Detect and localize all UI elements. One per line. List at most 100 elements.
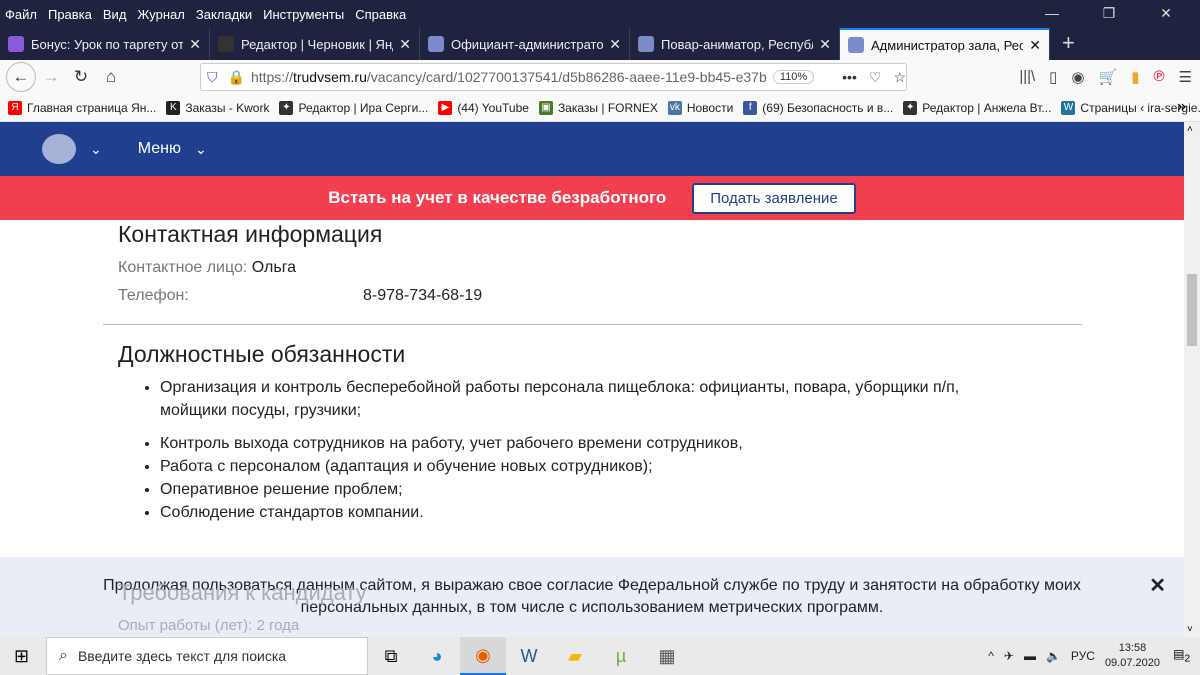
star-icon[interactable]: ☆ (893, 69, 906, 86)
menu-file[interactable]: Файл (5, 7, 37, 22)
bookmark-item[interactable]: Я Главная страница Ян... (8, 100, 157, 115)
close-tab-icon[interactable]: ✕ (189, 36, 201, 53)
menu-bookmarks[interactable]: Закладки (196, 7, 252, 22)
cookie-text-1: Продолжая пользоваться данным сайтом, я … (103, 577, 1081, 594)
task-view-icon[interactable]: ⧉ (368, 646, 414, 667)
firefox-icon[interactable]: ◉ (460, 637, 506, 675)
menu-help[interactable]: Справка (355, 7, 406, 22)
cart-icon[interactable]: 🛒 (1099, 68, 1118, 86)
bookmark-item[interactable]: ✦ Редактор | Ира Серги... (279, 100, 429, 115)
bookmark-item[interactable]: vk Новости (667, 100, 734, 115)
home-button[interactable]: ⌂ (96, 67, 126, 87)
close-tab-icon[interactable]: ✕ (1029, 37, 1041, 54)
tab-label: Официант-администратор, Ре (451, 36, 604, 52)
library-icon[interactable]: |||\ (1019, 68, 1035, 86)
apply-button[interactable]: Подать заявление (692, 182, 856, 214)
emblem-logo[interactable] (42, 134, 76, 164)
windows-start-icon[interactable]: ⊞ (14, 646, 29, 667)
vacancy-content: Контактная информация Контактное лицо: О… (0, 220, 1184, 524)
bookmark-label: Редактор | Ира Серги... (298, 100, 429, 115)
list-item: Организация и контроль бесперебойной раб… (160, 376, 1020, 422)
restore-button[interactable]: ❐ (1086, 0, 1132, 26)
menu-history[interactable]: Журнал (137, 7, 184, 22)
clock[interactable]: 13:58 09.07.2020 (1105, 641, 1160, 671)
bookmark-favicon-icon: vk (667, 100, 682, 115)
close-icon[interactable]: ✕ (1149, 575, 1166, 597)
bookmark-flag-icon[interactable]: ▮ (1131, 68, 1139, 86)
calculator-icon[interactable]: ▦ (644, 646, 690, 667)
shield-icon[interactable]: ⛉ (207, 69, 218, 86)
taskbar-search[interactable]: ⌕ Введите здесь текст для поиска (46, 637, 368, 675)
close-tab-icon[interactable]: ✕ (819, 36, 831, 53)
url-bar[interactable]: ⛉ 🔒 https://trudvsem.ru/vacancy/card/102… (200, 63, 907, 91)
bookmark-item[interactable]: ▣ Заказы | FORNEX (538, 100, 658, 115)
volume-icon[interactable]: 🔈 (1046, 649, 1061, 663)
scrollbar[interactable]: ˄ ˅ (1184, 122, 1200, 637)
more-icon[interactable]: ••• (842, 69, 857, 85)
date: 09.07.2020 (1104, 657, 1160, 669)
lock-icon: 🔒 (227, 68, 245, 85)
bookmark-item[interactable]: f (69) Безопасность и в... (743, 100, 893, 115)
divider (103, 324, 1082, 325)
bookmarks-overflow-icon[interactable]: » (1177, 98, 1186, 116)
chevron-down-icon[interactable]: ⌄ (90, 141, 102, 158)
phone-value: 8-978-734-68-19 (363, 287, 483, 304)
edge-icon[interactable]: ◕ (414, 646, 460, 667)
bookmark-label: Заказы | FORNEX (557, 100, 658, 115)
utorrent-icon[interactable]: µ (598, 646, 644, 667)
back-button[interactable]: ← (6, 62, 36, 92)
language-indicator[interactable]: РУС (1071, 649, 1095, 663)
tab-0[interactable]: Бонус: Урок по таргету от @d ✕ (0, 28, 210, 60)
reload-button[interactable]: ↻ (66, 67, 96, 87)
close-tab-icon[interactable]: ✕ (399, 36, 411, 53)
close-tab-icon[interactable]: ✕ (609, 36, 621, 53)
new-tab-button[interactable]: + (1050, 28, 1087, 60)
site-menu[interactable]: Меню (138, 140, 181, 158)
menu-view[interactable]: Вид (103, 7, 127, 22)
pocket-icon[interactable]: ♡ (869, 69, 882, 86)
hamburger-menu-icon[interactable]: ☰ (1179, 68, 1192, 86)
bookmark-favicon-icon: ✦ (903, 100, 918, 115)
tab-label: Повар-аниматор, Республика (661, 36, 813, 52)
tab-2[interactable]: Официант-администратор, Ре ✕ (420, 28, 630, 60)
bookmark-item[interactable]: ✦ Редактор | Анжела Вт... (903, 100, 1051, 115)
chevron-up-icon[interactable]: ^ (988, 649, 994, 663)
file-explorer-icon[interactable]: ▰ (552, 646, 598, 667)
network-icon[interactable]: ✈ (1004, 649, 1014, 663)
list-item: Контроль выхода сотрудников на работу, у… (160, 432, 1020, 455)
tab-strip: Бонус: Урок по таргету от @d✕Редактор | … (0, 28, 1200, 60)
battery-icon[interactable]: ▬ (1024, 649, 1036, 663)
bookmark-item[interactable]: ▶ (44) YouTube (438, 100, 529, 115)
notifications-icon[interactable]: ▤2 (1173, 647, 1190, 664)
minimize-button[interactable]: — (1029, 0, 1075, 26)
chevron-down-icon[interactable]: ⌄ (195, 141, 207, 158)
tab-label: Администратор зала, Республ (871, 37, 1023, 53)
bookmarks-bar: Я Главная страница Ян... K Заказы - Kwork ✦ Р… (0, 94, 1200, 122)
favicon-icon (8, 36, 24, 52)
url-prefix: https:// (250, 69, 293, 85)
bookmark-label: Новости (686, 100, 734, 115)
menu-tools[interactable]: Инструменты (263, 7, 344, 22)
cookie-text-2: персональных данных, в том числе с испол… (300, 599, 884, 616)
favicon-icon (848, 37, 864, 53)
tab-3[interactable]: Повар-аниматор, Республика ✕ (630, 28, 840, 60)
zoom-level[interactable]: 110% (772, 70, 815, 84)
menu-bar: Файл Правка Вид Журнал Закладки Инструме… (0, 0, 1200, 28)
close-window-button[interactable]: ✕ (1143, 0, 1189, 26)
bookmark-item[interactable]: K Заказы - Kwork (166, 100, 269, 115)
contact-person: Ольга (251, 259, 297, 276)
url-host: trudvsem.ru (292, 69, 367, 85)
bookmark-favicon-icon: Я (8, 100, 22, 115)
tab-1[interactable]: Редактор | Черновик | Яндекс ✕ (210, 28, 420, 60)
tab-4[interactable]: Администратор зала, Республ ✕ (840, 28, 1050, 60)
taskbar: ⊞ ⌕ Введите здесь текст для поиска ⧉ ◕ ◉ … (0, 637, 1200, 675)
pinterest-icon[interactable]: ℗ (1153, 68, 1164, 86)
sidebar-icon[interactable]: ▯ (1049, 68, 1057, 86)
menu-edit[interactable]: Правка (48, 7, 92, 22)
forward-button[interactable]: → (36, 67, 66, 87)
scrollbar-thumb[interactable] (1187, 274, 1197, 346)
bookmark-label: (44) YouTube (457, 100, 529, 115)
word-icon[interactable]: W (506, 646, 552, 667)
account-icon[interactable]: ◉ (1071, 68, 1084, 86)
bookmark-label: Главная страница Ян... (27, 100, 157, 115)
